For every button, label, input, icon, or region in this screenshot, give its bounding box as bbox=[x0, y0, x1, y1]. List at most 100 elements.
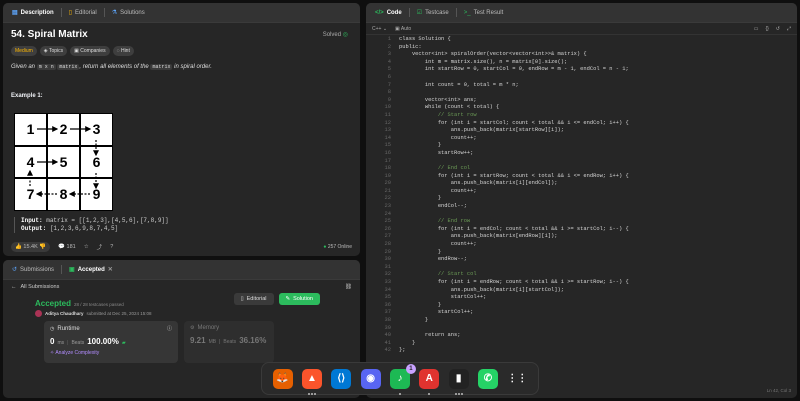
code-line[interactable]: 39 bbox=[366, 325, 797, 333]
chevron-down-icon: ⌄ bbox=[382, 25, 388, 32]
reset-icon[interactable]: ↺ bbox=[776, 26, 780, 32]
code-line[interactable]: 38 } bbox=[366, 317, 797, 325]
expand-icon[interactable]: ⤢ bbox=[787, 26, 791, 32]
code-line[interactable]: 25 // End row bbox=[366, 218, 797, 226]
tab-submissions[interactable]: ↺ Submissions bbox=[7, 264, 59, 275]
code-line[interactable]: 36 } bbox=[366, 302, 797, 310]
code-line[interactable]: 23 endCol--; bbox=[366, 203, 797, 211]
code-line[interactable]: 27 ans.push_back(matrix[endRow][i]); bbox=[366, 233, 797, 241]
runtime-card[interactable]: ◷ Runtime ⓘ 0 ms | Beats 100.00% ▰ ✧ Analy… bbox=[44, 321, 178, 363]
code-line[interactable]: 37 startCol++; bbox=[366, 309, 797, 317]
close-icon[interactable]: ✕ bbox=[108, 266, 113, 273]
companies-chip[interactable]: ▣ Companies bbox=[70, 46, 110, 56]
bookmark-icon[interactable]: ▭ bbox=[754, 26, 759, 32]
code-line[interactable]: 20 ans.push_back(matrix[i][endCol]); bbox=[366, 180, 797, 188]
dock-app-vs-code[interactable]: ⟨⟩ bbox=[331, 368, 352, 389]
analyze-complexity-link[interactable]: ✧ Analyze Complexity bbox=[50, 350, 172, 356]
code-text: endRow--; bbox=[399, 256, 467, 263]
code-line[interactable]: 32 // Start col bbox=[366, 271, 797, 279]
solution-button[interactable]: ✎ Solution bbox=[278, 293, 320, 305]
code-line[interactable]: 31 bbox=[366, 264, 797, 272]
tab-testcase[interactable]: ☑ Testcase bbox=[412, 7, 454, 18]
code-area[interactable]: 1 class Solution {2 public: 3 vector<int> s… bbox=[366, 36, 797, 355]
problem-title[interactable]: 54. Spiral Matrix bbox=[11, 29, 352, 40]
dock-app-brave[interactable]: ▲ bbox=[301, 368, 322, 395]
code-line[interactable]: 3 vector<int> spiralOrder(vector<vector<… bbox=[366, 51, 797, 59]
tab-code[interactable]: </> Code bbox=[370, 8, 407, 18]
auto-mode[interactable]: ▣ Auto bbox=[395, 26, 411, 32]
code-line[interactable]: 6 bbox=[366, 74, 797, 82]
code-line[interactable]: 30 endRow--; bbox=[366, 256, 797, 264]
trophy-icon: ▰ bbox=[121, 340, 126, 346]
testcases-passed: 28 / 28 testcases passed bbox=[74, 302, 124, 307]
topics-chip[interactable]: ◈ Topics bbox=[39, 46, 68, 56]
avatar[interactable] bbox=[35, 310, 42, 317]
history-icon: ↺ bbox=[12, 267, 18, 273]
code-line[interactable]: 18 // End col bbox=[366, 165, 797, 173]
language-select[interactable]: C++ ⌄ bbox=[372, 26, 387, 32]
braces-icon[interactable]: {} bbox=[765, 26, 768, 32]
tab-accepted[interactable]: ▣ Accepted ✕ bbox=[64, 264, 118, 275]
tab-solutions[interactable]: ⚗ Solutions bbox=[107, 8, 150, 18]
code-line[interactable]: 24 bbox=[366, 211, 797, 219]
code-line[interactable]: 40 return ans; bbox=[366, 332, 797, 340]
code-line[interactable]: 26 for (int i = endCol; count < total &&… bbox=[366, 226, 797, 234]
firefox-icon: 🦊 bbox=[276, 373, 289, 384]
code-line[interactable]: 5 int startRow = 0, startCol = 0, endRow… bbox=[366, 66, 797, 74]
code-line[interactable]: 14 count++; bbox=[366, 135, 797, 143]
share-icon[interactable]: ⤴ bbox=[97, 243, 103, 251]
dock-app-whatsapp[interactable]: ✆ bbox=[477, 368, 498, 389]
memory-card[interactable]: ⚙ Memory 9.21 MB | Beats 36.16% bbox=[184, 321, 274, 363]
code-line[interactable]: 11 // Start row bbox=[366, 112, 797, 120]
code-line[interactable]: 13 ans.push_back(matrix[startRow][i]); bbox=[366, 127, 797, 135]
code-line[interactable]: 41 } bbox=[366, 340, 797, 348]
code-line[interactable]: 9 vector<int> ans; bbox=[366, 97, 797, 105]
code-line[interactable]: 17 bbox=[366, 158, 797, 166]
code-line[interactable]: 34 ans.push_back(matrix[i][startCol]); bbox=[366, 287, 797, 295]
comments-button[interactable]: 💬 181 bbox=[58, 244, 76, 250]
dock-app-apps[interactable]: ⋮⋮ bbox=[507, 369, 527, 389]
divider bbox=[61, 265, 63, 274]
app-dock: 🦊 ▲ ⟨⟩ ◉ ♪ 1 A ▮ ✆ ⋮⋮ bbox=[261, 362, 539, 395]
code-line[interactable]: 19 for (int i = startRow; count < total … bbox=[366, 173, 797, 181]
line-number: 35 bbox=[384, 294, 391, 301]
editorial-button[interactable]: ▯ Editorial bbox=[233, 293, 274, 305]
dock-app-discord[interactable]: ◉ bbox=[360, 368, 381, 389]
code-line[interactable]: 33 for (int i = endRow; count < total &&… bbox=[366, 279, 797, 287]
dock-app-terminal[interactable]: ▮ bbox=[448, 368, 469, 395]
code-line[interactable]: 12 for (int i = startCol; count < total … bbox=[366, 120, 797, 128]
info-icon[interactable]: ⓘ bbox=[167, 325, 172, 332]
tab-test-result[interactable]: >_ Test Result bbox=[459, 8, 509, 18]
thumbs-down-icon[interactable]: 👎 bbox=[39, 244, 46, 250]
favorite-icon[interactable]: ☆ bbox=[84, 244, 89, 250]
code-text: // End row bbox=[399, 218, 471, 225]
tab-description[interactable]: ▤ Description bbox=[7, 8, 59, 18]
line-number: 1 bbox=[387, 36, 391, 42]
line-number: 36 bbox=[384, 301, 391, 308]
code-line[interactable]: 28 count++; bbox=[366, 241, 797, 249]
code-line[interactable]: 8 bbox=[366, 89, 797, 97]
hint-chip[interactable]: ◌ Hint bbox=[112, 46, 134, 56]
code-line[interactable]: 16 startRow++; bbox=[366, 150, 797, 158]
code-line[interactable]: 1 class Solution { bbox=[366, 36, 797, 44]
like-button[interactable]: 👍 15.4K 👎 bbox=[11, 242, 51, 252]
code-line[interactable]: 2 public: bbox=[366, 44, 797, 52]
dock-app-firefox[interactable]: 🦊 bbox=[272, 368, 293, 389]
tab-editorial[interactable]: ▯ Editorial bbox=[64, 8, 102, 18]
code-line[interactable]: 4 int m = matrix.size(), n = matrix[0].s… bbox=[366, 59, 797, 67]
example-io: Input: matrix = [[1,2,3],[4,5,6],[7,8,9]… bbox=[14, 217, 169, 233]
code-line[interactable]: 7 int count = 0, total = m * n; bbox=[366, 82, 797, 90]
code-line[interactable]: 15 } bbox=[366, 142, 797, 150]
link-icon[interactable]: ⛓ bbox=[345, 284, 352, 290]
dock-app-pdf[interactable]: A bbox=[419, 368, 440, 395]
help-icon[interactable]: ? bbox=[110, 244, 113, 250]
code-line[interactable]: 42}; bbox=[366, 347, 797, 355]
code-line[interactable]: 21 count++; bbox=[366, 188, 797, 196]
code-line[interactable]: 29 } bbox=[366, 249, 797, 257]
code-line[interactable]: 22 } bbox=[366, 195, 797, 203]
code-line[interactable]: 35 startCol++; bbox=[366, 294, 797, 302]
line-number: 3 bbox=[387, 51, 391, 58]
code-text: return ans; bbox=[399, 332, 461, 339]
code-line[interactable]: 10 while (count < total) { bbox=[366, 104, 797, 112]
dock-app-spotify[interactable]: ♪ 1 bbox=[389, 363, 416, 395]
